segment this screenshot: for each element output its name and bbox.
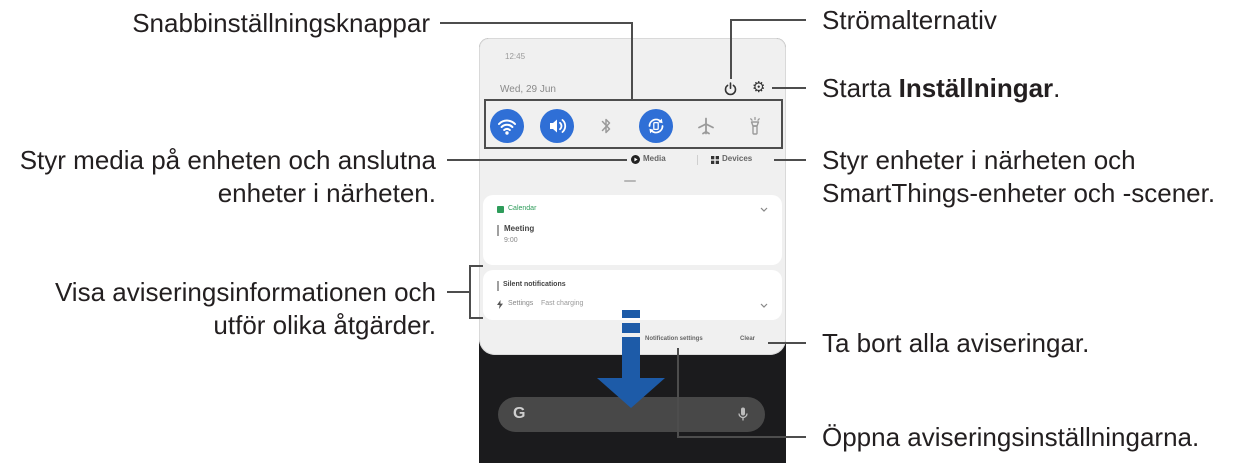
section-accent-bar: [497, 281, 499, 291]
notification-accent-bar: [497, 225, 499, 236]
silent-notifications-card[interactable]: Silent notifications Settings Fast charg…: [483, 270, 782, 320]
bluetooth-icon: [601, 118, 611, 134]
quick-setting-bluetooth[interactable]: [589, 109, 623, 143]
auto-rotate-icon: [648, 118, 664, 134]
settings-button[interactable]: ⚙: [752, 79, 768, 95]
devices-button[interactable]: Devices: [710, 153, 760, 167]
clear-button[interactable]: Clear: [740, 336, 755, 342]
gear-icon: ⚙: [752, 78, 766, 96]
search-logo: G: [513, 405, 526, 422]
callout-settings-suffix: .: [1053, 73, 1061, 103]
callout-media-line-1: Styr media på enheten och anslutna: [19, 145, 436, 175]
calendar-notification-card[interactable]: Calendar Meeting 9:00: [483, 195, 782, 265]
callout-devices-line-2: SmartThings-enheter och -scener.: [822, 178, 1216, 208]
status-time: 12:45: [505, 52, 526, 61]
notification-app-name: Calendar: [508, 205, 537, 212]
callout-quick-settings: Snabbinställningsknappar: [132, 8, 430, 38]
chevron-down-icon[interactable]: [760, 303, 768, 308]
callout-notification-settings: Öppna aviseringsinställningarna.: [822, 422, 1200, 452]
quick-setting-wifi[interactable]: [490, 109, 524, 143]
sound-icon: [550, 119, 567, 133]
date-label: Wed, 29 Jun: [500, 84, 556, 95]
power-icon: [724, 82, 737, 96]
callout-notifications-line-2: utför olika åtgärder.: [213, 310, 436, 340]
callout-notifications-line-1: Visa aviseringsinformationen och: [54, 277, 436, 307]
notification-panel: 12:45 Wed, 29 Jun ⚙ Media Devices Calend…: [479, 38, 786, 355]
callout-clear: Ta bort alla aviseringar.: [822, 328, 1090, 358]
calendar-app-icon: [497, 206, 504, 213]
notification-text: Fast charging: [541, 300, 584, 307]
phone-screen: 12:45 Wed, 29 Jun ⚙ Media Devices Calend…: [479, 38, 786, 463]
callout-power: Strömalternativ: [822, 5, 997, 35]
devices-grid-icon: [711, 156, 719, 164]
media-play-icon: [631, 155, 640, 164]
silent-notifications-header: Silent notifications: [503, 281, 566, 288]
media-devices-divider: [697, 155, 698, 165]
quick-setting-flashlight[interactable]: [738, 109, 772, 143]
airplane-mode-icon: [698, 117, 714, 135]
search-bar[interactable]: G: [498, 397, 765, 432]
quick-setting-airplane-mode[interactable]: [689, 109, 723, 143]
chevron-down-icon[interactable]: [760, 207, 768, 212]
callout-settings: Starta Inställningar.: [822, 73, 1060, 103]
mic-icon[interactable]: [738, 407, 748, 422]
quick-setting-sound[interactable]: [540, 109, 574, 143]
notification-title: Meeting: [504, 224, 535, 233]
wifi-icon: [498, 119, 516, 135]
panel-drag-handle[interactable]: [624, 180, 636, 182]
callout-settings-bold: Inställningar: [898, 73, 1054, 103]
media-label: Media: [643, 154, 666, 163]
power-button[interactable]: [723, 81, 738, 96]
callout-media-line-2: enheter i närheten.: [217, 178, 436, 208]
devices-label: Devices: [722, 154, 753, 163]
callout-settings-prefix: Starta: [822, 73, 899, 103]
quick-setting-auto-rotate[interactable]: [639, 109, 673, 143]
media-button[interactable]: Media: [630, 153, 685, 167]
notification-app-name: Settings: [508, 300, 534, 307]
callout-devices-line-1: Styr enheter i närheten och: [822, 145, 1136, 175]
flashlight-icon: [750, 116, 760, 135]
charging-bolt-icon: [497, 300, 503, 309]
notification-detail: 9:00: [504, 237, 518, 244]
notification-settings-button[interactable]: Notification settings: [645, 336, 703, 342]
